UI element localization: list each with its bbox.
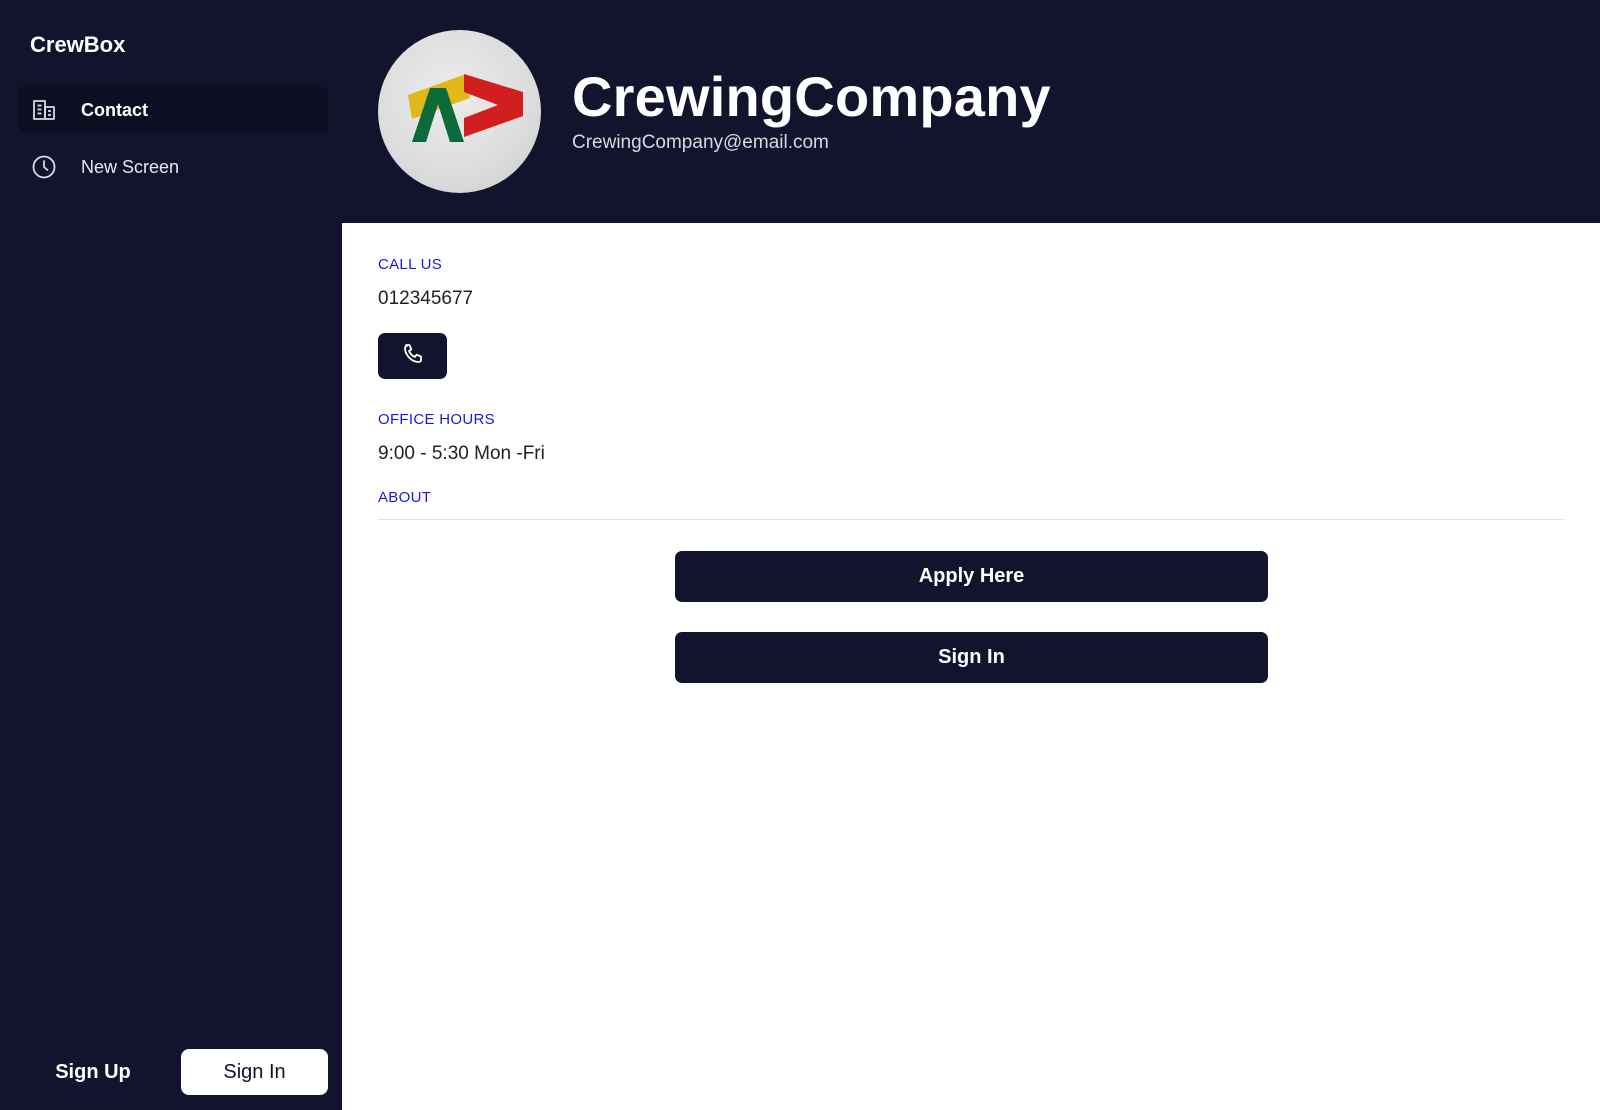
app-brand: CrewBox — [30, 32, 126, 57]
sidebar-item-new-screen[interactable]: New Screen — [18, 144, 328, 190]
office-hours-value: 9:00 - 5:30 Mon -Fri — [378, 443, 545, 464]
phone-number: 012345677 — [378, 288, 474, 309]
building-icon — [30, 96, 58, 124]
phone-icon — [401, 342, 425, 371]
call-button[interactable] — [378, 333, 447, 379]
company-logo — [408, 74, 523, 142]
profile-header: CrewingCompany CrewingCompany@email.com — [342, 0, 1600, 223]
sign-in-button[interactable]: Sign In — [675, 632, 1268, 683]
sidebar-item-contact[interactable]: Contact — [18, 87, 328, 133]
sidebar: CrewBox Contact New Screen Sign Up Sign … — [0, 0, 342, 1110]
company-name: CrewingCompany — [572, 65, 1051, 128]
sidebar-item-label: Contact — [81, 99, 148, 120]
company-avatar — [378, 30, 541, 193]
sign-up-button[interactable]: Sign Up — [28, 1049, 158, 1095]
sidebar-item-label: New Screen — [81, 156, 180, 177]
about-label: ABOUT — [378, 489, 432, 506]
contact-details: CALL US 012345677 OFFICE HOURS 9:00 - 5:… — [342, 223, 1600, 1110]
clock-icon — [30, 153, 58, 181]
apply-here-button[interactable]: Apply Here — [675, 551, 1268, 602]
divider — [378, 519, 1564, 520]
office-hours-label: OFFICE HOURS — [378, 411, 495, 428]
company-email: CrewingCompany@email.com — [572, 132, 829, 153]
call-us-label: CALL US — [378, 256, 443, 273]
sidebar-sign-in-button[interactable]: Sign In — [181, 1049, 328, 1095]
